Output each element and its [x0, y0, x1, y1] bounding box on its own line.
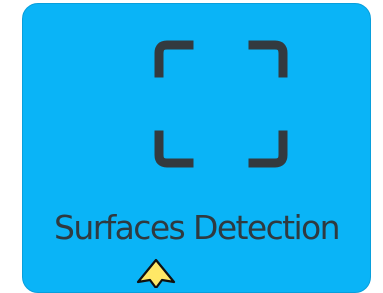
- scan-frame-icon: [154, 40, 288, 168]
- tile-label: Surfaces Detection: [54, 208, 341, 247]
- pointer-cursor-icon: [136, 258, 176, 288]
- surfaces-detection-tile[interactable]: Surfaces Detection: [22, 3, 371, 293]
